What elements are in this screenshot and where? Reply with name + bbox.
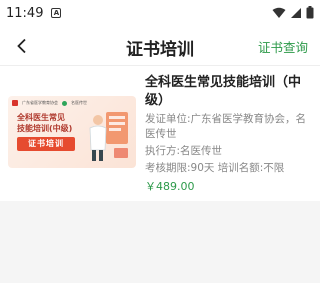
- status-bar: 11:49 A: [0, 0, 320, 26]
- brand-logo-icon: [62, 100, 67, 106]
- certificate-query-link[interactable]: 证书查询: [258, 37, 308, 56]
- status-icons: [272, 6, 314, 19]
- notification-icon: A: [51, 8, 62, 18]
- course-thumbnail: 广东省医学教育协会 名医传世 全科医生常见 技能培训(中级) 证书培训: [8, 96, 136, 168]
- doctor-illustration-icon: [89, 112, 128, 161]
- signal-icon: [291, 7, 301, 18]
- empty-list-area: [0, 201, 320, 283]
- association-logo-icon: [12, 100, 18, 106]
- course-issuer: 发证单位:广东省医学教育协会，名医传世: [145, 113, 307, 140]
- thumbnail-org1: 广东省医学教育协会: [22, 100, 58, 105]
- thumbnail-tag: 证书培训: [17, 137, 75, 151]
- course-period: 考核期限:90天 培训名额:不限: [145, 162, 285, 174]
- chevron-left-icon: [17, 38, 26, 54]
- course-price: ￥489.00: [145, 180, 195, 193]
- nav-bar: 证书培训 证书查询: [0, 26, 320, 66]
- thumbnail-logos: 广东省医学教育协会 名医传世: [12, 100, 87, 106]
- course-title: 全科医生常见技能培训（中级）: [145, 75, 302, 108]
- wifi-icon: [272, 7, 286, 18]
- course-info: 全科医生常见技能培训（中级） 发证单位:广东省医学教育协会，名医传世 执行方:名…: [145, 74, 315, 194]
- course-executor: 执行方:名医传世: [145, 145, 223, 157]
- course-card[interactable]: 广东省医学教育协会 名医传世 全科医生常见 技能培训(中级) 证书培训 全科医生…: [0, 67, 320, 201]
- status-time: 11:49: [6, 5, 44, 21]
- thumbnail-title-line2: 技能培训(中级): [17, 124, 73, 133]
- battery-icon: [306, 6, 314, 19]
- back-button[interactable]: [10, 34, 34, 58]
- thumbnail-title-line1: 全科医生常见: [17, 113, 65, 122]
